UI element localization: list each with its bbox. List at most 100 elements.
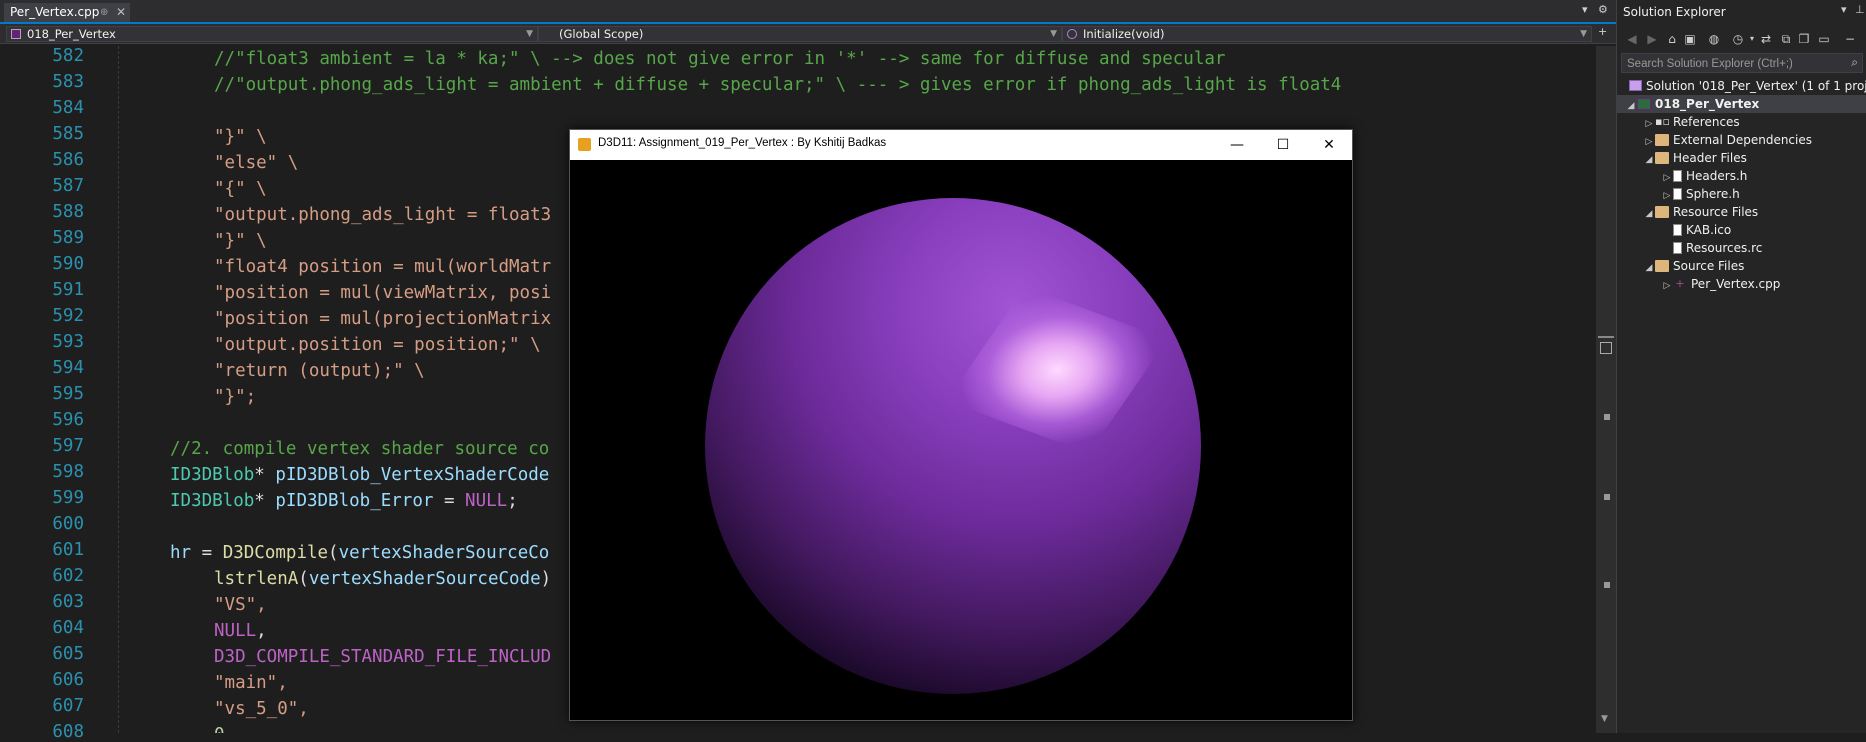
vertical-scrollbar[interactable]: ▼ xyxy=(1596,46,1616,733)
gear-icon[interactable]: ⚙ xyxy=(1598,3,1608,16)
tab-per-vertex-cpp[interactable]: Per_Vertex.cpp ⊕ ✕ xyxy=(4,3,130,22)
pending-changes-icon[interactable]: ◷ xyxy=(1731,32,1745,46)
code-line: "VS", xyxy=(214,595,267,615)
scope-dropdown[interactable]: (Global Scope) ▼ xyxy=(538,26,1062,42)
line-number: 608 xyxy=(52,722,84,742)
line-number: 592 xyxy=(52,306,84,326)
collapse-arrow-icon[interactable]: ◢ xyxy=(1625,97,1637,115)
wrench-icon[interactable]: − xyxy=(1843,32,1857,46)
project-dropdown[interactable]: 018_Per_Vertex ▼ xyxy=(6,26,538,42)
member-dropdown[interactable]: Initialize(void) ▼ xyxy=(1062,26,1592,42)
tree-item-resource-files[interactable]: ◢ Resource Files xyxy=(1643,203,1759,223)
line-number: 598 xyxy=(52,462,84,482)
solution-icon xyxy=(1629,80,1642,91)
code-line: "vs_5_0", xyxy=(214,699,309,719)
tree-item-kab-ico[interactable]: KAB.ico xyxy=(1673,221,1731,239)
tree-item-solution[interactable]: Solution '018_Per_Vertex' (1 of 1 projec… xyxy=(1629,77,1866,95)
line-number: 604 xyxy=(52,618,84,638)
line-number: 607 xyxy=(52,696,84,716)
show-all-files-icon[interactable]: ❐ xyxy=(1797,32,1811,46)
collapse-all-icon[interactable]: ⧉ xyxy=(1779,32,1793,46)
back-icon[interactable]: ◀ xyxy=(1625,32,1639,46)
close-icon[interactable]: ✕ xyxy=(116,3,126,22)
code-line: "main", xyxy=(214,673,288,693)
line-number: 601 xyxy=(52,540,84,560)
scroll-down-icon[interactable]: ▼ xyxy=(1601,714,1611,724)
chevron-down-icon[interactable]: ▾ xyxy=(1745,32,1759,46)
search-icon[interactable]: ⌕ xyxy=(1851,55,1858,70)
tab-label: Per_Vertex.cpp xyxy=(10,5,100,19)
code-line: //"output.phong_ads_light = ambient + di… xyxy=(214,75,1342,95)
code-line: NULL, xyxy=(214,621,267,641)
tab-dropdown-icon[interactable]: ▾ xyxy=(1582,3,1588,16)
pin-icon[interactable]: ⊕ xyxy=(100,3,108,22)
line-number: 591 xyxy=(52,280,84,300)
folder-icon xyxy=(1655,151,1669,164)
line-number: 600 xyxy=(52,514,84,534)
tree-item-resources-rc[interactable]: Resources.rc xyxy=(1673,239,1762,257)
line-number: 588 xyxy=(52,202,84,222)
tree-item-sphere-h[interactable]: ▷ Sphere.h xyxy=(1661,185,1740,203)
tree-item-header-files[interactable]: ◢ Header Files xyxy=(1643,149,1747,167)
code-line: ID3DBlob* pID3DBlob_Error = NULL; xyxy=(170,491,518,511)
line-number: 606 xyxy=(52,670,84,690)
line-number: 582 xyxy=(52,46,84,66)
d3d-title-bar[interactable]: D3D11: Assignment_019_Per_Vertex : By Ks… xyxy=(570,130,1352,160)
tree-item-source-files[interactable]: ◢ Source Files xyxy=(1643,257,1745,277)
code-line: D3D_COMPILE_STANDARD_FILE_INCLUD xyxy=(214,647,552,667)
tree-item-external-dependencies[interactable]: ▷ External Dependencies xyxy=(1643,131,1812,149)
forward-icon[interactable]: ▶ xyxy=(1645,32,1659,46)
chevron-down-icon: ▼ xyxy=(1580,29,1587,39)
split-icon[interactable]: + xyxy=(1598,25,1607,38)
code-line: lstrlenA(vertexShaderSourceCode) xyxy=(214,569,552,589)
tree-item-project[interactable]: ◢ 018_Per_Vertex xyxy=(1617,95,1866,113)
collapse-arrow-icon[interactable]: ◢ xyxy=(1643,205,1655,223)
d3d-window[interactable]: D3D11: Assignment_019_Per_Vertex : By Ks… xyxy=(569,129,1353,721)
line-number: 599 xyxy=(52,488,84,508)
maximize-button[interactable]: ☐ xyxy=(1260,130,1306,160)
tree-item-references[interactable]: ▷ ▪▫ References xyxy=(1643,113,1740,131)
code-line: "position = mul(projectionMatrix xyxy=(214,309,552,329)
line-number: 590 xyxy=(52,254,84,274)
render-viewport[interactable] xyxy=(570,160,1352,720)
collapse-arrow-icon[interactable]: ◢ xyxy=(1643,259,1655,277)
app-icon xyxy=(578,138,591,151)
code-line: "return (output);" \ xyxy=(214,361,425,381)
collapse-arrow-icon[interactable]: ◢ xyxy=(1643,151,1655,169)
scroll-mark xyxy=(1604,414,1610,420)
switch-views-icon[interactable]: ▣ xyxy=(1683,32,1697,46)
line-number: 594 xyxy=(52,358,84,378)
tree-item-headers-h[interactable]: ▷ Headers.h xyxy=(1661,167,1748,185)
code-line: ID3DBlob* pID3DBlob_VertexShaderCode xyxy=(170,465,550,485)
project-dropdown-label: 018_Per_Vertex xyxy=(27,27,116,41)
line-number: 603 xyxy=(52,592,84,612)
solution-search[interactable]: ⌕ xyxy=(1621,53,1863,74)
navigation-bar: 018_Per_Vertex ▼ (Global Scope) ▼ Initia… xyxy=(0,24,1616,44)
search-input[interactable] xyxy=(1622,54,1849,74)
home-icon[interactable]: ⌂ xyxy=(1665,32,1679,46)
sync-icon[interactable]: ⇄ xyxy=(1759,32,1773,46)
code-line: //2. compile vertex shader source co xyxy=(170,439,550,459)
expand-arrow-icon[interactable]: ▷ xyxy=(1661,277,1673,295)
pin-icon[interactable]: ⊥ xyxy=(1855,3,1865,16)
line-number: 593 xyxy=(52,332,84,352)
properties-icon[interactable]: ▭ xyxy=(1817,32,1831,46)
scope-dropdown-label: (Global Scope) xyxy=(559,27,644,41)
code-line: "output.phong_ads_light = float3 xyxy=(214,205,552,225)
line-number: 583 xyxy=(52,72,84,92)
folder-icon xyxy=(1655,133,1669,146)
tree-item-per-vertex-cpp[interactable]: ▷ + Per_Vertex.cpp xyxy=(1661,275,1781,295)
indent-guide xyxy=(118,46,120,733)
line-number: 597 xyxy=(52,436,84,456)
code-line: "}"; xyxy=(214,387,257,407)
chevron-down-icon[interactable]: ▾ xyxy=(1841,3,1847,16)
line-number: 586 xyxy=(52,150,84,170)
minimize-button[interactable]: — xyxy=(1214,130,1260,160)
d3d-window-title: D3D11: Assignment_019_Per_Vertex : By Ks… xyxy=(598,137,887,149)
scroll-thumb[interactable] xyxy=(1600,342,1612,354)
solution-explorer-panel: Solution Explorer ▾ ⊥ ◀ ▶ ⌂ ▣ ◍ ◷ ▾ ⇄ ⧉ … xyxy=(1616,0,1866,733)
chevron-down-icon: ▼ xyxy=(1050,29,1057,39)
globe-icon[interactable]: ◍ xyxy=(1707,32,1721,46)
line-number: 585 xyxy=(52,124,84,144)
close-button[interactable]: ✕ xyxy=(1306,130,1352,160)
